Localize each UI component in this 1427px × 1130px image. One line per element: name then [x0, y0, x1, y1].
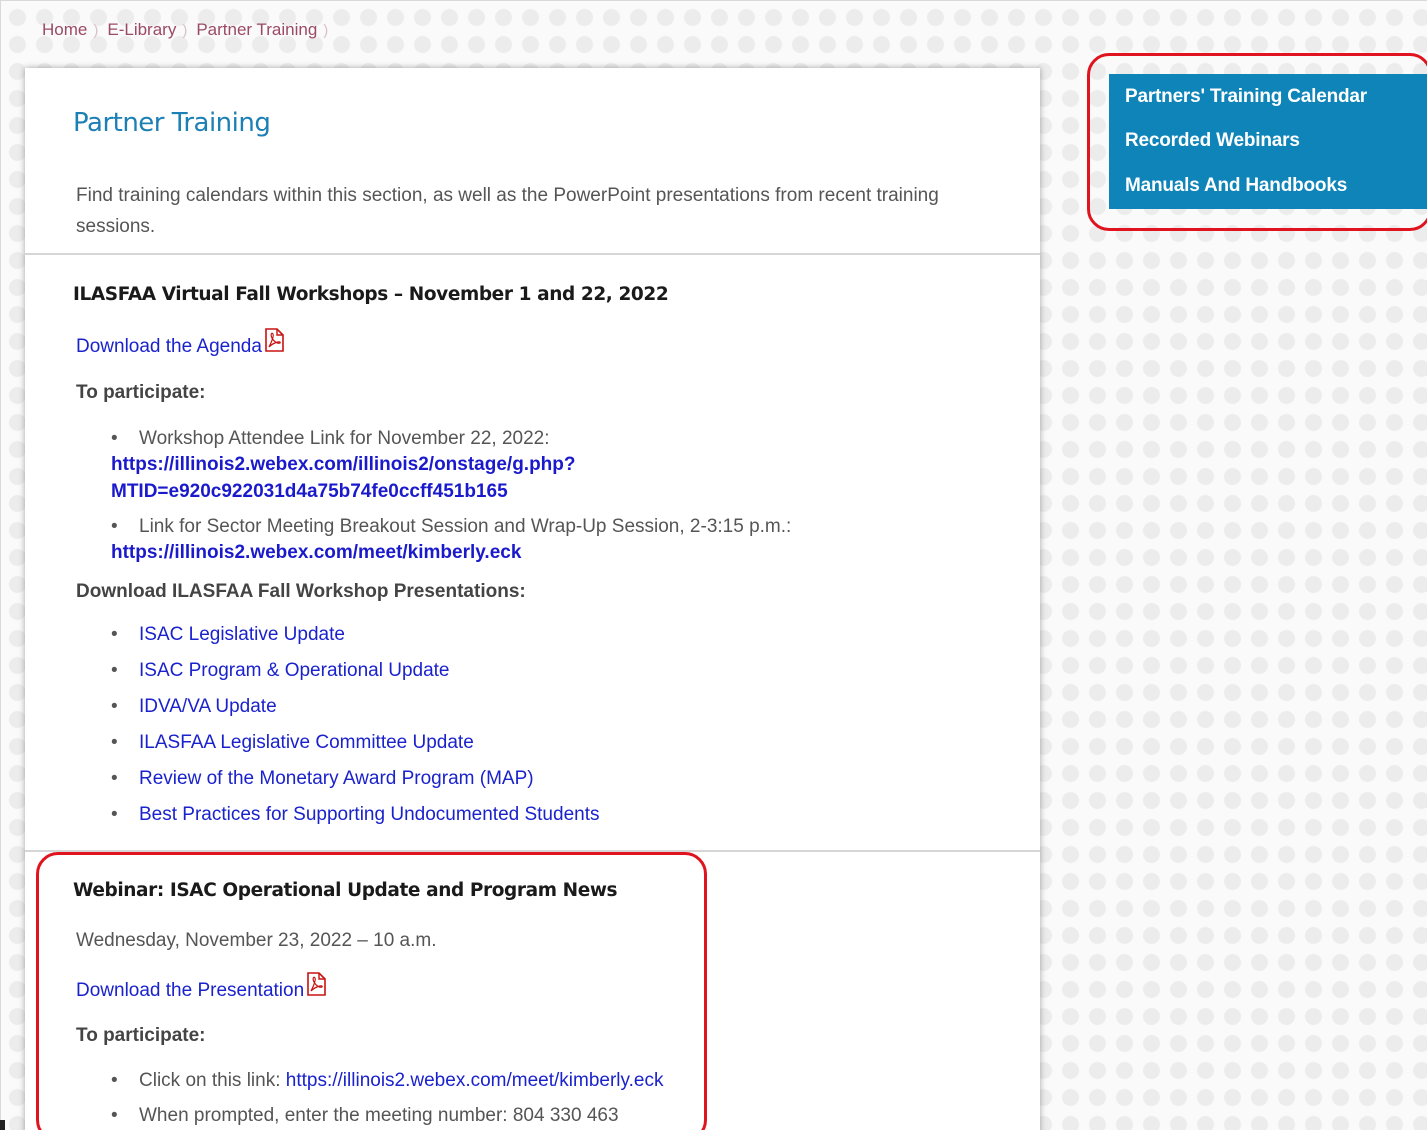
page-title: Partner Training	[73, 108, 271, 138]
breadcrumb-separator: )	[182, 21, 188, 39]
presentation-link[interactable]: ILASFAA Legislative Committee Update	[139, 725, 474, 761]
bullet-icon: •	[111, 624, 118, 645]
bullet-icon: •	[111, 660, 118, 681]
breadcrumb-separator: )	[323, 21, 329, 39]
left-border	[0, 0, 1, 1130]
bullet-icon: •	[111, 696, 118, 717]
breadcrumb: Home ) E-Library ) Partner Training )	[42, 20, 337, 40]
presentation-link[interactable]: ISAC Legislative Update	[139, 617, 345, 653]
breadcrumb-separator: )	[93, 21, 99, 39]
pdf-icon[interactable]	[263, 328, 285, 352]
bullet-icon: •	[111, 428, 118, 449]
breadcrumb-partner-training[interactable]: Partner Training	[196, 20, 317, 40]
presentation-link[interactable]: Best Practices for Supporting Undocument…	[139, 797, 599, 833]
annotation-highlight-sidebar	[1087, 53, 1427, 231]
breadcrumb-elibrary[interactable]: E-Library	[107, 20, 176, 40]
breakout-session-link[interactable]: https://illinois2.webex.com/meet/kimberl…	[111, 542, 521, 564]
bullet-icon: •	[111, 516, 118, 537]
workshop-title: ILASFAA Virtual Fall Workshops – Novembe…	[73, 284, 669, 305]
bullet-icon: •	[111, 804, 118, 825]
presentations-heading: Download ILASFAA Fall Workshop Presentat…	[76, 581, 526, 602]
workshop-attendee-link-line1[interactable]: https://illinois2.webex.com/illinois2/on…	[111, 454, 576, 476]
page-intro: Find training calendars within this sect…	[76, 185, 939, 237]
corner-mark	[0, 1120, 5, 1130]
annotation-highlight-webinar	[36, 852, 707, 1130]
download-agenda: Download the Agenda	[76, 328, 285, 358]
presentation-link[interactable]: Review of the Monetary Award Program (MA…	[139, 761, 534, 797]
bullet-icon: •	[111, 768, 118, 789]
section-divider	[25, 253, 1040, 255]
workshop-participate-heading: To participate:	[76, 382, 206, 403]
presentation-link[interactable]: IDVA/VA Update	[139, 689, 277, 725]
presentation-link[interactable]: ISAC Program & Operational Update	[139, 653, 450, 689]
breakout-session-text: Link for Sector Meeting Breakout Session…	[139, 516, 792, 537]
breadcrumb-home[interactable]: Home	[42, 20, 87, 40]
download-agenda-link[interactable]: Download the Agenda	[76, 336, 262, 358]
bullet-icon: •	[111, 732, 118, 753]
top-border	[0, 0, 1427, 1]
workshop-attendee-link-line2[interactable]: MTID=e920c922031d4a75b74fe0ccff451b165	[111, 481, 508, 503]
workshop-attendee-text: Workshop Attendee Link for November 22, …	[139, 428, 550, 449]
